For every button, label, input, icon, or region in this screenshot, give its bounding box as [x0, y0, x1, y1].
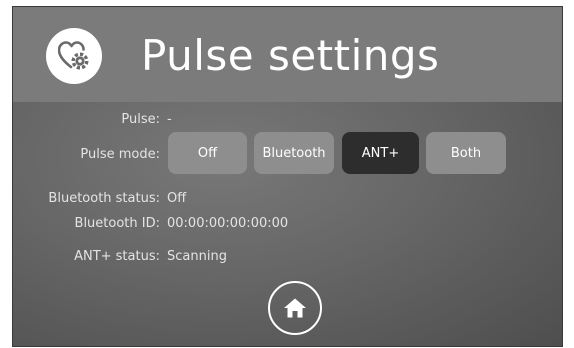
heart-settings-icon [46, 28, 102, 84]
pulse-label: Pulse: [121, 112, 160, 127]
pulse-mode-bluetooth-button[interactable]: Bluetooth [254, 132, 334, 174]
pulse-settings-screen: Pulse settings Pulse: - Pulse mode: Off … [12, 6, 563, 347]
pulse-mode-antplus-button[interactable]: ANT+ [342, 132, 419, 174]
pulse-mode-bluetooth-label: Bluetooth [262, 145, 326, 161]
bluetooth-status-value: Off [167, 191, 187, 206]
bluetooth-status-label: Bluetooth status: [48, 191, 160, 206]
pulse-mode-both-button[interactable]: Both [426, 132, 506, 174]
pulse-mode-off-button[interactable]: Off [168, 132, 247, 174]
page-title: Pulse settings [141, 31, 440, 80]
header-bar: Pulse settings [13, 7, 562, 102]
home-button[interactable] [268, 281, 322, 335]
pulse-mode-both-label: Both [450, 145, 482, 161]
pulse-mode-off-label: Off [197, 145, 218, 161]
bluetooth-id-label: Bluetooth ID: [74, 216, 160, 231]
ant-status-value: Scanning [167, 249, 227, 264]
pulse-mode-antplus-label: ANT+ [361, 145, 400, 161]
bluetooth-id-value: 00:00:00:00:00:00 [167, 216, 289, 231]
home-icon [284, 298, 306, 318]
ant-status-label: ANT+ status: [74, 249, 160, 264]
pulse-mode-label: Pulse mode: [80, 147, 160, 162]
pulse-value: - [167, 112, 172, 127]
